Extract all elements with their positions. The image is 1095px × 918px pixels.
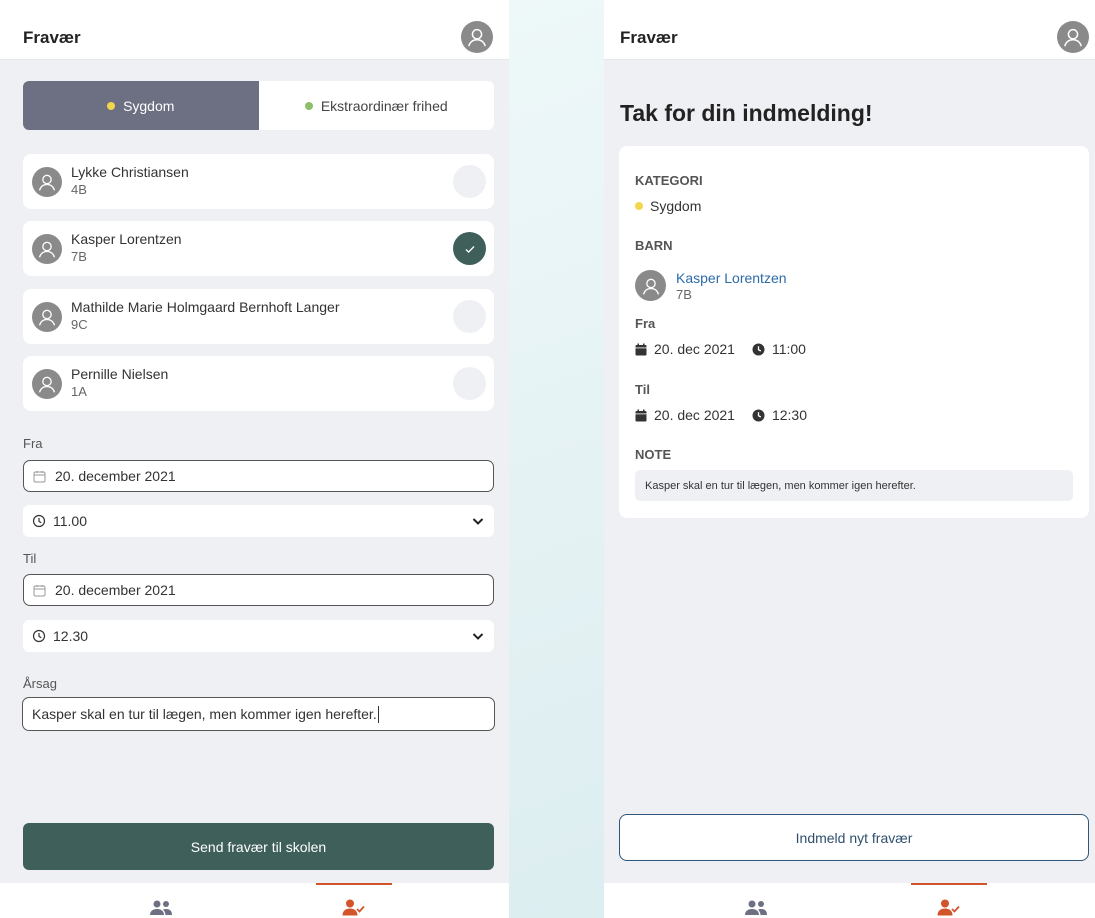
app-title: Fravær [620,28,678,47]
note-box: Kasper skal en tur til lægen, men kommer… [635,470,1073,501]
reason-value: Kasper skal en tur til lægen, men kommer… [32,706,377,722]
note-text: Kasper skal en tur til lægen, men kommer… [645,479,916,492]
to-date-text: 20. dec 2021 [654,407,735,423]
child-item[interactable]: Lykke Christiansen 4B [23,154,494,209]
people-icon [745,900,767,915]
confirmation-screen: Fravær Tak for din indmelding! KATEGORI … [604,0,1095,918]
clock-icon [32,514,46,528]
child-name: Kasper Lorentzen [71,231,182,247]
app-bar: Fravær [0,0,509,60]
app-title: Fravær [23,28,81,47]
nav-tab-absence[interactable] [316,883,392,918]
to-label: Til [23,551,37,566]
child-class: 7B [71,249,87,264]
calendar-icon [33,470,46,482]
from-time-select[interactable]: 11.00 [23,505,494,537]
child-class: 4B [71,182,87,197]
yellow-dot-icon [107,101,116,110]
text-cursor [377,705,379,723]
user-check-icon [937,899,960,916]
user-avatar-icon[interactable] [1057,21,1089,53]
category-label: Sygdom [123,97,175,114]
calendar-icon [33,584,46,596]
absence-form-screen: Fravær Sygdom Ekstraordinær frihed Lykke… [0,0,509,918]
from-date-value: 20. december 2021 [55,468,176,484]
note-heading: NOTE [635,447,672,462]
to-time-text: 12:30 [771,407,808,423]
clock-icon [752,343,765,355]
to-date-value: 20. december 2021 [55,582,176,598]
bottom-nav [0,883,509,918]
clock-icon [32,629,46,643]
select-checkbox[interactable] [453,232,486,265]
category-text: Sygdom [650,198,702,214]
child-name: Lykke Christiansen [71,164,189,180]
reason-input[interactable]: Kasper skal en tur til lægen, men kommer… [22,697,495,731]
category-heading: KATEGORI [635,173,703,188]
child-name: Mathilde Marie Holmgaard Bernhoft Langer [71,299,340,315]
chevron-down-icon [472,633,484,640]
select-checkbox[interactable] [453,367,486,400]
child-heading: BARN [635,238,673,253]
from-label: Fra [635,316,656,331]
from-label: Fra [23,436,43,451]
calendar-icon [635,409,647,421]
category-option-sygdom[interactable]: Sygdom [23,81,259,130]
from-datetime: 20. dec 2021 11:00 [635,341,806,357]
nav-tab-absence[interactable] [911,883,987,918]
child-class: 1A [71,384,87,399]
send-absence-button[interactable]: Send fravær til skolen [23,823,494,870]
child-class: 9C [71,317,88,332]
child-avatar-icon [32,369,62,399]
child-item[interactable]: Pernille Nielsen 1A [23,356,494,411]
checkmark-icon [465,245,474,253]
to-date-field[interactable]: 20. december 2021 [23,574,494,606]
child-avatar-icon [635,270,666,301]
child-name-link[interactable]: Kasper Lorentzen [676,270,787,286]
app-bar: Fravær [604,0,1095,60]
bottom-nav [604,883,1095,918]
category-label: Ekstraordinær frihed [320,97,448,114]
child-avatar-icon [32,234,62,264]
child-item[interactable]: Kasper Lorentzen 7B [23,221,494,276]
select-checkbox[interactable] [453,300,486,333]
user-check-icon [342,899,365,916]
from-date-text: 20. dec 2021 [654,341,735,357]
chevron-down-icon [472,518,484,525]
report-new-absence-button[interactable]: Indmeld nyt fravær [619,814,1089,861]
child-avatar-icon [32,302,62,332]
reason-label: Årsag [23,676,57,691]
from-date-field[interactable]: 20. december 2021 [23,460,494,492]
child-name: Pernille Nielsen [71,366,169,382]
category-value: Sygdom [635,198,701,214]
confirmation-heading: Tak for din indmelding! [620,100,873,126]
summary-card: KATEGORI Sygdom BARN Kasper Lorentzen 7B… [619,146,1089,518]
user-avatar-icon[interactable] [461,21,493,53]
child-item[interactable]: Mathilde Marie Holmgaard Bernhoft Langer… [23,289,494,344]
people-icon [150,900,172,915]
from-time-text: 11:00 [771,341,806,357]
nav-tab-children[interactable] [123,883,199,918]
category-selector: Sygdom Ekstraordinær frihed [23,81,494,130]
child-avatar-icon [32,167,62,197]
green-dot-icon [304,101,313,110]
nav-tab-children[interactable] [718,883,794,918]
to-time-value: 12.30 [53,628,89,644]
clock-icon [752,409,765,421]
calendar-icon [635,343,647,355]
select-checkbox[interactable] [453,165,486,198]
to-time-select[interactable]: 12.30 [23,620,494,652]
yellow-dot-icon [635,202,643,210]
child-class: 7B [676,287,692,302]
category-option-ekstraordinaer-frihed[interactable]: Ekstraordinær frihed [259,81,495,130]
to-datetime: 20. dec 2021 12:30 [635,407,807,423]
from-time-value: 11.00 [53,513,87,529]
to-label: Til [635,382,650,397]
